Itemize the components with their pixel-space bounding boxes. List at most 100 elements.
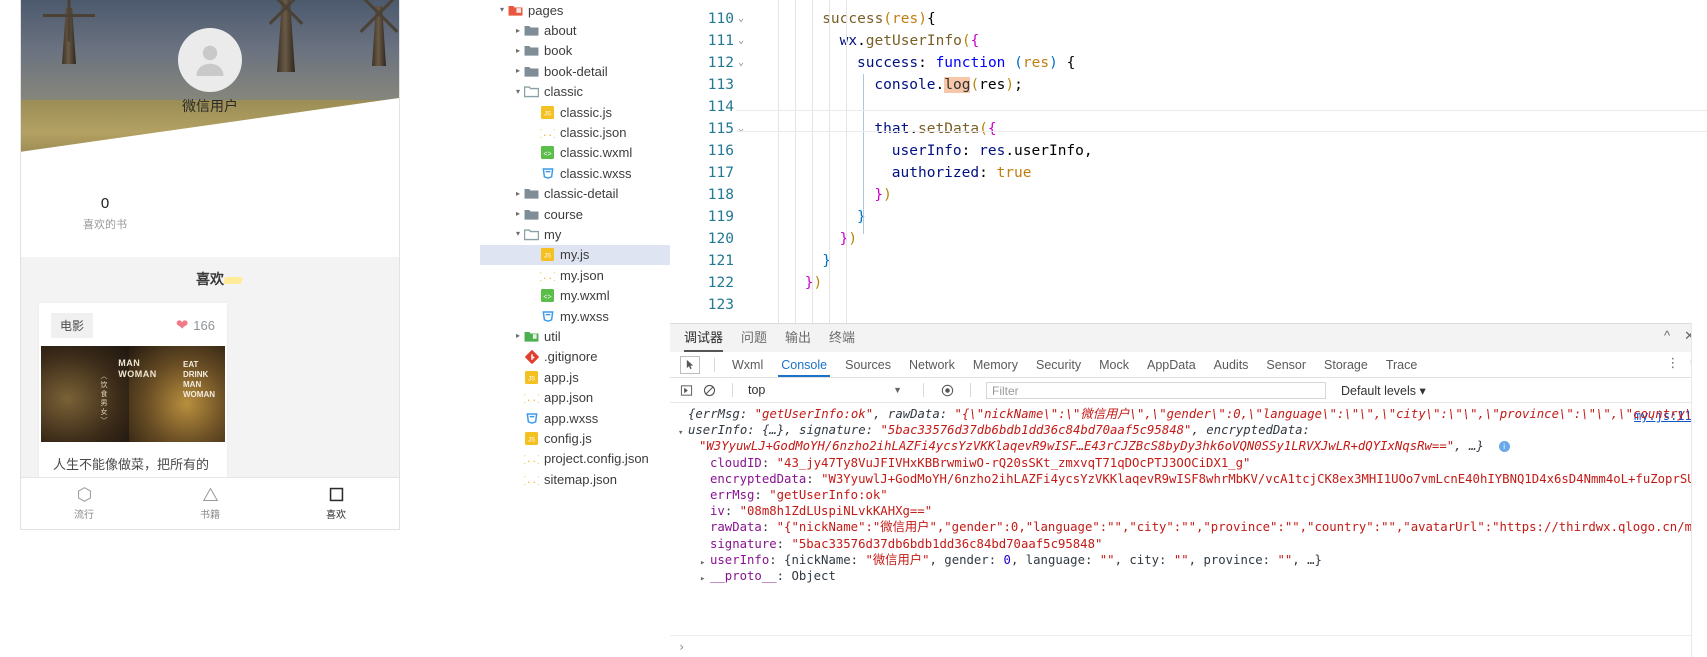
console-row[interactable]: signature: "5bac33576d37db6bdb1dd36c84bd…	[670, 536, 1707, 552]
code-line[interactable]: 112 ⌄ success: function (res) {	[670, 52, 1707, 74]
console-row[interactable]: rawData: "{"nickName":"微信用户","gender":0,…	[670, 519, 1707, 535]
tree-item-my-wxss[interactable]: my.wxss	[480, 306, 670, 326]
fold-toggle-icon[interactable]: ⌄	[738, 30, 750, 52]
chevron-right-icon[interactable]: ▸	[512, 67, 524, 75]
tree-item-my-wxml[interactable]: <> my.wxml	[480, 285, 670, 305]
code-line[interactable]: 119}	[670, 206, 1707, 228]
code-line[interactable]: 120})	[670, 228, 1707, 250]
console-output[interactable]: my.js:113 {errMsg: "getUserInfo:ok", raw…	[670, 406, 1707, 635]
clear-console-icon[interactable]	[701, 382, 717, 398]
inspect-element-icon[interactable]	[680, 355, 700, 374]
heart-icon[interactable]: ❤	[176, 318, 189, 333]
console-row[interactable]: ▾ userInfo: {…}, signature: "5bac33576d37…	[670, 422, 1707, 438]
console-message-list[interactable]: {errMsg: "getUserInfo:ok", rawData: "{\"…	[670, 406, 1707, 584]
tree-item-classic-wxml[interactable]: <> classic.wxml	[480, 143, 670, 163]
tree-item-classic[interactable]: ▾ classic	[480, 82, 670, 102]
tree-item-my-json[interactable]: {..} my.json	[480, 265, 670, 285]
console-filter-bar[interactable]: top ▼ Filter Default levels ▾	[670, 378, 1707, 403]
tree-item-util[interactable]: ▸ util	[480, 326, 670, 346]
log-levels-dropdown[interactable]: Default levels ▾	[1341, 383, 1426, 398]
code-line[interactable]: 121}	[670, 250, 1707, 272]
chevron-down-icon[interactable]: ▾	[512, 230, 524, 238]
devtools-panel-tabs[interactable]: Wxml Console Sources Network Memory Security M…	[670, 352, 1707, 378]
panel-tab-appdata[interactable]: AppData	[1138, 354, 1205, 376]
code-editor[interactable]: 109wx.getSetting({110⌄success(res){111⌄w…	[670, 0, 1707, 323]
console-row[interactable]: ▸ __proto__: Object	[670, 568, 1707, 584]
fold-toggle-icon[interactable]: ⌄	[738, 118, 750, 140]
chevron-down-icon[interactable]: ▼	[893, 385, 902, 395]
code-line[interactable]: 115 ⌄ that.setData({	[670, 118, 1707, 140]
file-explorer[interactable]: ▾ pages ▸ about ▸ book ▸ book-detail ▾ classic JS c…	[480, 0, 670, 657]
panel-tab-console[interactable]: Console	[772, 354, 836, 377]
tree-item-app-wxss[interactable]: app.wxss	[480, 408, 670, 428]
tree-item-course[interactable]: ▸ course	[480, 204, 670, 224]
file-tree[interactable]: ▾ pages ▸ about ▸ book ▸ book-detail ▾ classic JS c…	[480, 0, 670, 489]
chevron-down-icon[interactable]: ▾	[512, 87, 524, 96]
more-options-icon[interactable]: ⋮	[1666, 355, 1679, 371]
avatar[interactable]	[178, 28, 242, 92]
panel-tab-wxml[interactable]: Wxml	[723, 354, 772, 376]
console-row[interactable]: encryptedData: "W3YyuwlJ+GodMoYH/6nzho2i…	[670, 471, 1707, 487]
dt-tab-problems[interactable]: 问题	[741, 327, 767, 350]
tabbar-item-popular[interactable]: 流行	[21, 478, 147, 529]
console-row[interactable]: errMsg: "getUserInfo:ok"	[670, 487, 1707, 503]
code-line[interactable]: 114	[670, 96, 1707, 118]
tabbar-item-favorites[interactable]: 喜欢	[273, 478, 399, 529]
tree-item-classic-js[interactable]: JS classic.js	[480, 102, 670, 122]
dt-tab-output[interactable]: 输出	[785, 327, 811, 350]
code-line[interactable]: 111 ⌄ wx.getUserInfo({	[670, 30, 1707, 52]
devtools-outer-tabs[interactable]: 调试器 问题 输出 终端 ^ ✕	[670, 324, 1707, 352]
collapse-arrow-icon[interactable]: ▸	[700, 571, 705, 587]
console-row[interactable]: iv: "08m8h1ZdLUspiNLvkKAHXg=="	[670, 503, 1707, 519]
panel-tab-list[interactable]: Wxml Console Sources Network Memory Security M…	[723, 354, 1426, 377]
chevron-right-icon[interactable]: ▸	[512, 332, 524, 340]
fold-toggle-icon[interactable]: ⌄	[738, 52, 750, 74]
panel-tab-memory[interactable]: Memory	[964, 354, 1027, 376]
console-row[interactable]: {errMsg: "getUserInfo:ok", rawData: "{\"…	[670, 406, 1707, 422]
panel-tab-sources[interactable]: Sources	[836, 354, 900, 376]
code-line[interactable]: 118})	[670, 184, 1707, 206]
execution-context-select[interactable]: top ▼	[748, 383, 908, 397]
tree-item-classic-json[interactable]: {..} classic.json	[480, 122, 670, 142]
chevron-right-icon[interactable]: ▸	[512, 210, 524, 218]
panel-tab-network[interactable]: Network	[900, 354, 964, 376]
code-line[interactable]: 113 console.log(res);	[670, 74, 1707, 96]
fold-toggle-icon[interactable]: ⌄	[738, 8, 750, 30]
tabbar-item-books[interactable]: 书籍	[147, 478, 273, 529]
tree-item-classic-wxss[interactable]: classic.wxss	[480, 163, 670, 183]
code-line[interactable]: 109wx.getSetting({	[670, 0, 1707, 8]
tree-item-pages[interactable]: ▾ pages	[480, 0, 670, 20]
card-likes[interactable]: ❤ 166	[176, 318, 215, 333]
tree-item-app-js[interactable]: JS app.js	[480, 367, 670, 387]
panel-tab-sensor[interactable]: Sensor	[1257, 354, 1315, 376]
panel-tab-storage[interactable]: Storage	[1315, 354, 1377, 376]
collapse-icon[interactable]: ^	[1664, 328, 1670, 344]
code-line[interactable]: 117 authorized: true	[670, 162, 1707, 184]
dt-tab-debugger[interactable]: 调试器	[684, 327, 724, 352]
panel-tab-security[interactable]: Security	[1027, 354, 1090, 376]
console-input-prompt[interactable]: ›	[670, 635, 1707, 657]
tree-item-classic-detail[interactable]: ▸ classic-detail	[480, 184, 670, 204]
tree-item-my[interactable]: ▾ my	[480, 224, 670, 244]
filter-input[interactable]: Filter	[986, 381, 1326, 399]
execute-icon[interactable]	[678, 382, 694, 398]
tree-item-book-detail[interactable]: ▸ book-detail	[480, 61, 670, 81]
tree-item-book[interactable]: ▸ book	[480, 41, 670, 61]
tree-item-app-json[interactable]: {..} app.json	[480, 387, 670, 407]
code-line[interactable]: 116 userInfo: res.userInfo,	[670, 140, 1707, 162]
tree-item-my-js[interactable]: JS my.js	[480, 244, 670, 266]
console-row[interactable]: ▸ userInfo: {nickName: "微信用户", gender: 0,…	[670, 552, 1707, 568]
dt-tab-terminal[interactable]: 终端	[829, 327, 855, 350]
tree-item--gitignore[interactable]: .gitignore	[480, 347, 670, 367]
code-line[interactable]: 123	[670, 294, 1707, 316]
chevron-right-icon[interactable]: ▸	[512, 26, 524, 35]
console-row[interactable]: "W3YyuwLJ+GodMoYH/6nzho2ihLAZFi4ycsYzVKK…	[670, 438, 1707, 454]
panel-tab-audits[interactable]: Audits	[1205, 354, 1258, 376]
tree-item-about[interactable]: ▸ about	[480, 20, 670, 40]
chevron-right-icon[interactable]: ▸	[512, 189, 524, 198]
console-row[interactable]: cloudID: "43_jy47Ty8VuJFIVHxKBBrwmiwO-rQ…	[670, 455, 1707, 471]
tree-item-sitemap-json[interactable]: {..} sitemap.json	[480, 469, 670, 489]
tree-item-project-config-json[interactable]: {..} project.config.json	[480, 449, 670, 469]
code-line[interactable]: 122})	[670, 272, 1707, 294]
chevron-right-icon[interactable]: ▸	[512, 46, 524, 55]
